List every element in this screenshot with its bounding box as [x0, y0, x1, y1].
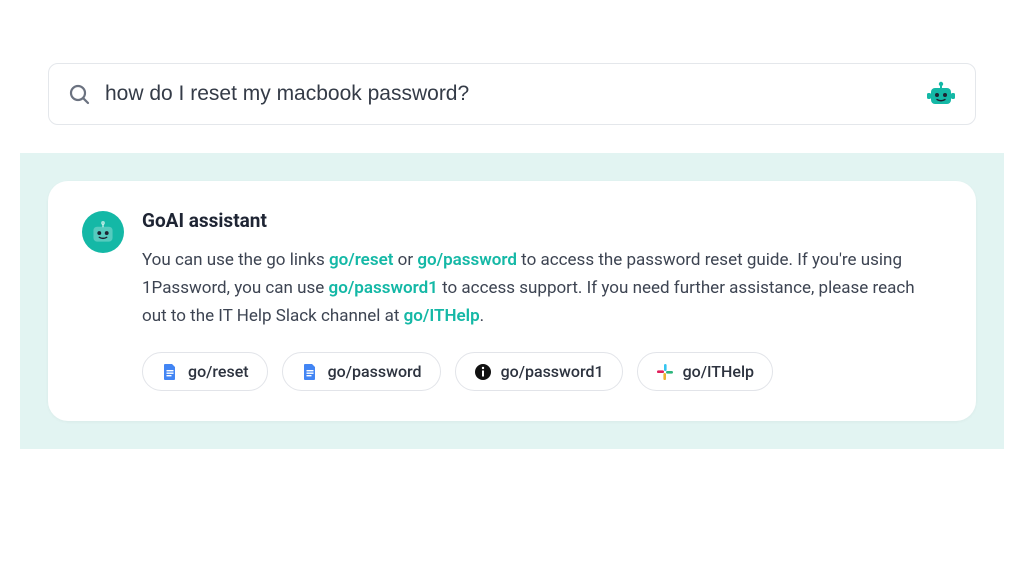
- search-bar[interactable]: [48, 63, 976, 125]
- response-text-fragment: .: [480, 306, 484, 326]
- assistant-content: GoAI assistant You can use the go links …: [142, 209, 942, 391]
- assistant-avatar: [82, 211, 124, 253]
- response-card: GoAI assistant You can use the go links …: [48, 181, 976, 421]
- assistant-title: GoAI assistant: [142, 209, 942, 232]
- inline-link[interactable]: go/ITHelp: [404, 306, 480, 326]
- suggestion-chips: go/reset go/password go/password1 go/ITHelp: [142, 352, 942, 391]
- chip-go-ITHelp[interactable]: go/ITHelp: [637, 352, 773, 391]
- assistant-response: You can use the go links go/reset or go/…: [142, 246, 942, 330]
- doc-icon: [301, 363, 319, 381]
- chip-label: go/reset: [188, 362, 249, 381]
- inline-link[interactable]: go/password: [417, 250, 517, 270]
- chip-label: go/password1: [501, 362, 604, 381]
- info-icon: [474, 363, 492, 381]
- response-text-fragment: or: [393, 250, 417, 270]
- chip-label: go/ITHelp: [683, 362, 754, 381]
- response-section: GoAI assistant You can use the go links …: [20, 153, 1004, 449]
- inline-link[interactable]: go/password1: [329, 278, 438, 298]
- chip-label: go/password: [328, 362, 422, 381]
- search-input[interactable]: [105, 82, 911, 106]
- doc-icon: [161, 363, 179, 381]
- search-icon: [67, 82, 91, 106]
- search-section: [20, 35, 1004, 153]
- bot-icon: [925, 78, 957, 110]
- app-container: GoAI assistant You can use the go links …: [20, 35, 1004, 526]
- inline-link[interactable]: go/reset: [329, 250, 393, 270]
- response-text-fragment: You can use the go links: [142, 250, 329, 270]
- chip-go-password[interactable]: go/password: [282, 352, 441, 391]
- chip-go-password1[interactable]: go/password1: [455, 352, 623, 391]
- slack-icon: [656, 363, 674, 381]
- chip-go-reset[interactable]: go/reset: [142, 352, 268, 391]
